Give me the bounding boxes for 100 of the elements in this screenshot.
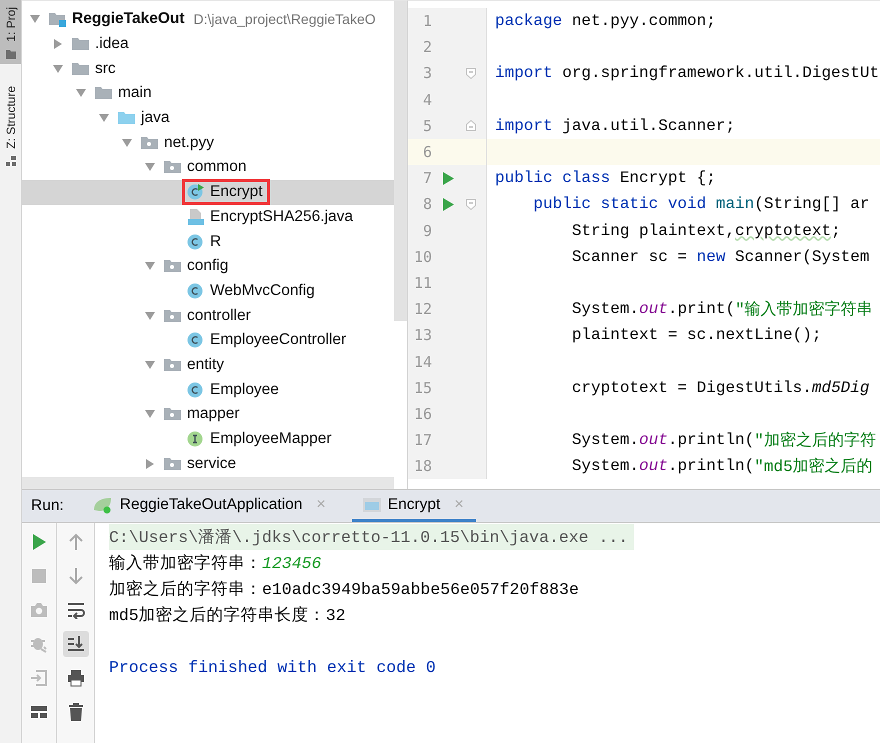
tree-item-label: java: [141, 109, 170, 128]
tree-item[interactable]: EmployeeMapper: [22, 426, 394, 452]
scrollbar-thumb[interactable]: [394, 1, 407, 321]
tree-item[interactable]: R: [22, 229, 394, 254]
code-line: import java.util.Scanner;: [494, 116, 736, 137]
expanded-arrow-icon[interactable]: [99, 113, 109, 124]
fold-icon[interactable]: [466, 198, 476, 210]
fold-icon[interactable]: [466, 68, 476, 79]
tree-item[interactable]: mapper: [22, 402, 394, 427]
line-number: 4: [422, 90, 432, 109]
package-icon: [164, 406, 182, 422]
package-icon: [141, 134, 159, 151]
class-icon: [187, 332, 205, 348]
tree-item-label: main: [118, 84, 152, 102]
tree-item[interactable]: java: [22, 106, 394, 130]
code-line: import org.springframework.util.DigestUt: [494, 63, 880, 84]
project-path: D:\java_project\ReggieTakeO: [194, 11, 376, 28]
run-tab[interactable]: ReggieTakeOutApplication ×: [82, 490, 338, 522]
expanded-arrow-icon[interactable]: [145, 261, 155, 272]
code-line: Scanner sc = new Scanner(System: [570, 246, 870, 268]
collapsed-arrow-icon[interactable]: [145, 458, 155, 469]
tree-item[interactable]: .idea: [22, 32, 394, 56]
line-number: 9: [422, 222, 432, 240]
fold-icon[interactable]: [466, 120, 476, 132]
class-icon: [187, 382, 205, 398]
tree-item-label: WebMvcConfig: [210, 282, 315, 300]
tree-item-label: config: [187, 257, 228, 276]
folder-icon: [4, 48, 16, 60]
tree-item[interactable]: net.pyy: [22, 130, 394, 156]
expanded-arrow-icon[interactable]: [122, 138, 132, 148]
line-number: 1: [422, 12, 432, 30]
tree-item[interactable]: entity: [22, 352, 394, 378]
tree-item[interactable]: ReggieTakeOut D:\java_project\ReggieTakeO: [22, 7, 394, 32]
console-line: md5加密之后的字符串长度：32: [109, 605, 346, 627]
package-icon: [164, 308, 182, 324]
line-number: 17: [412, 431, 432, 450]
scroll-icon[interactable]: [62, 631, 88, 657]
run-icon[interactable]: [442, 172, 454, 185]
tree-item-label: EmployeeMapper: [210, 430, 332, 448]
folder-icon: [95, 85, 113, 102]
tree-item[interactable]: config: [22, 254, 394, 279]
tree-item-label: EmployeeController: [210, 331, 346, 350]
tree-item[interactable]: controller: [22, 303, 394, 328]
line-number: 16: [412, 404, 432, 423]
expanded-arrow-icon[interactable]: [145, 360, 155, 370]
code-line: System.out.println("加密之后的字符: [570, 430, 877, 452]
tree-item[interactable]: EmployeeController: [22, 328, 394, 353]
leaf-icon: [92, 496, 114, 514]
tree-item-label: common: [187, 158, 246, 176]
code-line: cryptotext = DigestUtils.md5Dig: [570, 378, 870, 399]
console-icon: [362, 496, 382, 512]
tree-item-label: service: [187, 454, 236, 473]
code-line: System.out.println("md5加密之后的: [570, 456, 874, 478]
expanded-arrow-icon[interactable]: [76, 88, 86, 98]
tree-item-label: src: [95, 60, 116, 78]
line-number: 5: [422, 116, 432, 135]
code-line: public class Encrypt {;: [494, 168, 717, 190]
console-line: Process finished with exit code 0: [109, 656, 436, 678]
tool-window-tab[interactable]: Z: Structure: [0, 64, 21, 175]
tree-item[interactable]: common: [22, 155, 394, 180]
line-number: 3: [422, 64, 432, 82]
tree-item[interactable]: EncryptSHA256.java: [22, 204, 394, 230]
expanded-arrow-icon[interactable]: [30, 14, 40, 24]
line-number: 18: [412, 457, 432, 476]
tree-item[interactable]: Encrypt: [22, 180, 394, 204]
interface-icon: [187, 431, 205, 448]
tree-item[interactable]: src: [22, 56, 394, 82]
package-icon: [164, 456, 182, 472]
tree-item[interactable]: Employee: [22, 377, 394, 402]
tree-item-label: mapper: [187, 405, 240, 424]
expanded-arrow-icon[interactable]: [145, 162, 155, 172]
collapsed-arrow-icon[interactable]: [53, 39, 63, 50]
tree-item[interactable]: WebMvcConfig: [22, 278, 394, 304]
expanded-arrow-icon[interactable]: [53, 64, 63, 74]
tree-item-label: ReggieTakeOut: [72, 10, 185, 28]
folder-icon: [72, 60, 90, 77]
code-line: System.out.print("输入带加密字符串: [570, 299, 874, 321]
line-number: 12: [412, 300, 432, 318]
line-number: 2: [422, 38, 432, 56]
expanded-arrow-icon[interactable]: [145, 310, 155, 321]
code-line: public static void main(String[] ar: [532, 194, 870, 216]
console-line: 输入带加密字符串：123456: [109, 552, 322, 575]
java-file-icon: [187, 208, 205, 225]
tree-item-label: Employee: [210, 380, 279, 399]
tool-window-tab[interactable]: 1: Proj: [0, 0, 21, 64]
package-icon: [164, 356, 182, 373]
line-number: 7: [422, 169, 432, 188]
line-number: 8: [422, 195, 432, 214]
tree-item[interactable]: main: [22, 81, 394, 106]
tree-item-label: Encrypt: [210, 183, 263, 202]
folder-icon: [72, 36, 90, 52]
tree-item[interactable]: service: [22, 451, 394, 476]
folder-icon: [118, 110, 136, 126]
expanded-arrow-icon[interactable]: [145, 409, 155, 420]
scrollbar[interactable]: [22, 477, 394, 489]
line-number: 10: [412, 248, 432, 266]
module-folder-icon: [49, 11, 67, 28]
run-icon[interactable]: [442, 198, 454, 211]
class-icon: [187, 234, 205, 250]
tree-item-label: entity: [187, 356, 224, 374]
